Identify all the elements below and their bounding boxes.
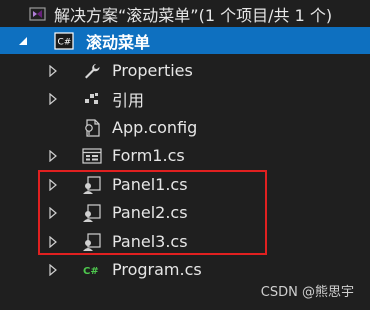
expand-arrow-icon[interactable] — [48, 92, 58, 105]
solution-label: 解决方案“滚动菜单”(1 个项目/共 1 个) — [54, 5, 333, 25]
project-label: 滚动菜单 — [86, 32, 151, 52]
svg-text:C#: C# — [83, 266, 99, 277]
tree-row-project[interactable]: C# 滚动菜单 — [0, 27, 370, 54]
expand-arrow-icon[interactable] — [48, 64, 58, 77]
expand-arrow-icon[interactable] — [48, 263, 58, 276]
expand-arrow-icon[interactable] — [48, 149, 58, 162]
item-label: Properties — [112, 61, 193, 80]
config-file-icon — [82, 118, 102, 138]
csharp-project-icon: C# — [54, 31, 74, 51]
watermark-text: CSDN @熊思宇 — [260, 285, 354, 300]
collapse-arrow-icon[interactable] — [18, 35, 28, 47]
solution-explorer-tree: 解决方案“滚动菜单”(1 个项目/共 1 个) C# 滚动菜单 Properti… — [0, 0, 370, 310]
visual-studio-solution-icon — [28, 4, 48, 24]
tree-row-properties[interactable]: Properties — [0, 57, 370, 84]
tree-row-form1[interactable]: Form1.cs — [0, 142, 370, 169]
item-label: App.config — [112, 118, 198, 137]
tree-row-solution[interactable]: 解决方案“滚动菜单”(1 个项目/共 1 个) — [0, 0, 370, 27]
wrench-icon — [82, 61, 102, 81]
tree-row-references[interactable]: 引用 — [0, 85, 370, 112]
form-icon — [82, 146, 102, 166]
svg-text:C#: C# — [58, 37, 72, 47]
tree-row-app-config[interactable]: App.config — [0, 114, 370, 141]
item-label: Program.cs — [112, 260, 202, 279]
csharp-file-icon: C# — [82, 260, 102, 280]
tree-row-program[interactable]: C# Program.cs — [0, 256, 370, 283]
references-icon — [82, 89, 102, 109]
item-label: 引用 — [112, 90, 145, 110]
highlight-box — [38, 170, 267, 255]
item-label: Form1.cs — [112, 146, 185, 165]
